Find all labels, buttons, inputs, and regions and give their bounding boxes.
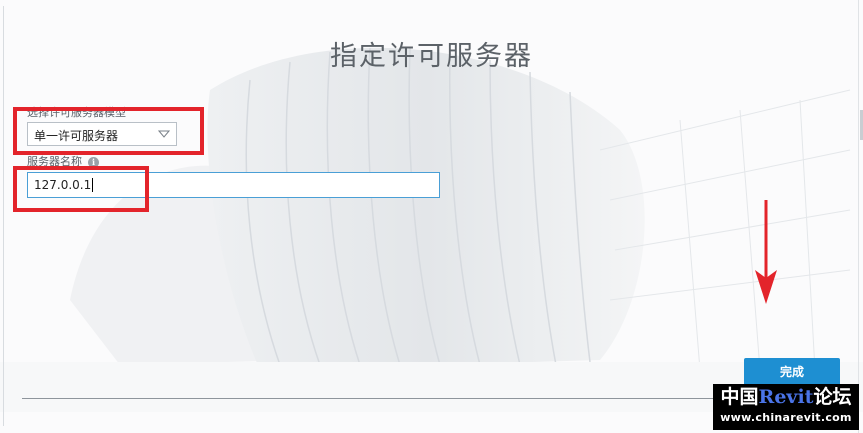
- annotation-arrow-down-icon: [755, 200, 777, 304]
- annotation-box-server-name: [13, 166, 149, 212]
- watermark-title: 中国Revit论坛: [720, 386, 852, 408]
- finish-button[interactable]: 完成: [744, 358, 840, 386]
- page-title: 指定许可服务器: [330, 41, 533, 72]
- annotation-box-license-type: [13, 107, 204, 155]
- license-server-dialog: 指定许可服务器 选择许可服务器模型 单一许可服务器 服务器名称 i 127.0.0…: [0, 0, 863, 433]
- watermark-logo: 中国Revit论坛 www.chinarevit.com: [713, 384, 859, 430]
- watermark-url: www.chinarevit.com: [720, 411, 852, 424]
- footer-divider: [22, 398, 722, 399]
